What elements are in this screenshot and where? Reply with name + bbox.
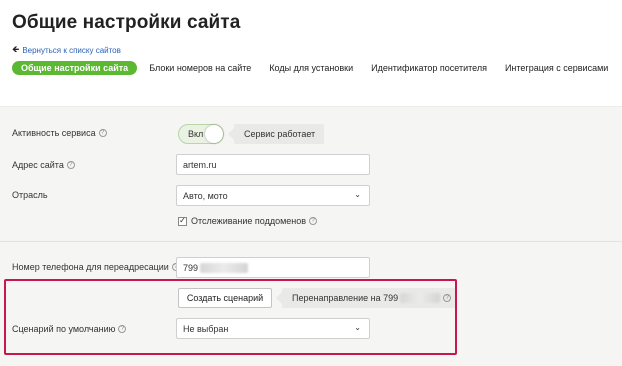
- redirect-badge: Перенаправление на 799 ?: [275, 288, 458, 308]
- back-to-sites-link[interactable]: 🡸 Вернуться к списку сайтов: [12, 42, 121, 58]
- create-scenario-button[interactable]: Создать сценарий: [178, 288, 272, 308]
- default-scenario-label: Сценарий по умолчанию ?: [12, 324, 127, 334]
- tab-visitor-id[interactable]: Идентификатор посетителя: [363, 61, 495, 75]
- toggle-knob: [205, 125, 223, 143]
- industry-select[interactable]: Авто, мото ⌄: [176, 185, 370, 206]
- back-link-label: Вернуться к списку сайтов: [22, 45, 121, 55]
- arrow-left-icon: 🡸: [12, 44, 20, 54]
- tab-integrations[interactable]: Интеграция с сервисами: [497, 61, 616, 75]
- tab-install-codes[interactable]: Коды для установки: [261, 61, 361, 75]
- site-address-value: artem.ru: [183, 159, 217, 170]
- redirect-phone-label-text: Номер телефона для переадресации: [12, 262, 169, 272]
- service-status-badge: Сервис работает: [227, 124, 325, 144]
- site-address-label-text: Адрес сайта: [12, 160, 64, 170]
- help-icon[interactable]: ?: [66, 161, 75, 169]
- service-activity-toggle[interactable]: Вкл: [178, 124, 224, 144]
- industry-label-text: Отрасль: [12, 190, 48, 200]
- chevron-down-icon: ⌄: [354, 323, 361, 332]
- check-icon: ✓: [179, 216, 186, 225]
- subdomain-tracking-checkbox[interactable]: ✓: [178, 216, 187, 226]
- default-scenario-select[interactable]: Не выбран ⌄: [176, 318, 370, 339]
- site-address-input[interactable]: artem.ru: [176, 154, 370, 175]
- site-address-label: Адрес сайта ?: [12, 160, 75, 170]
- help-icon[interactable]: ?: [98, 129, 107, 137]
- redirect-phone-value: 799: [183, 262, 199, 273]
- redirect-phone-label: Номер телефона для переадресации ?: [12, 262, 180, 272]
- page-title: Общие настройки сайта: [12, 12, 241, 33]
- industry-label: Отрасль: [12, 190, 48, 200]
- redirect-badge-text: Перенаправление на 799: [292, 293, 399, 303]
- service-status-text: Сервис работает: [244, 129, 316, 139]
- service-activity-label-text: Активность сервиса: [12, 128, 96, 138]
- redirect-phone-input[interactable]: 799: [176, 257, 370, 278]
- default-scenario-label-text: Сценарий по умолчанию: [12, 324, 116, 334]
- help-icon[interactable]: ?: [118, 325, 127, 333]
- create-scenario-label: Создать сценарий: [186, 293, 264, 303]
- redacted-phone-digits: [400, 293, 441, 303]
- toggle-label: Вкл: [188, 129, 204, 139]
- chevron-down-icon: ⌄: [354, 190, 361, 199]
- help-icon[interactable]: ?: [443, 294, 452, 302]
- settings-tabs: Общие настройки сайта Блоки номеров на с…: [12, 61, 616, 75]
- redacted-phone-digits: [200, 262, 249, 273]
- industry-value: Авто, мото: [183, 190, 228, 201]
- tab-number-blocks[interactable]: Блоки номеров на сайте: [141, 61, 259, 75]
- subdomain-tracking-checkbox-row[interactable]: ✓ Отслеживание поддоменов ?: [178, 216, 318, 226]
- default-scenario-value: Не выбран: [183, 323, 229, 334]
- section-divider: [0, 241, 622, 242]
- service-activity-label: Активность сервиса ?: [12, 128, 107, 138]
- tab-general-settings[interactable]: Общие настройки сайта: [12, 61, 138, 75]
- subdomain-tracking-label: Отслеживание поддоменов: [191, 216, 307, 226]
- help-icon[interactable]: ?: [309, 217, 318, 225]
